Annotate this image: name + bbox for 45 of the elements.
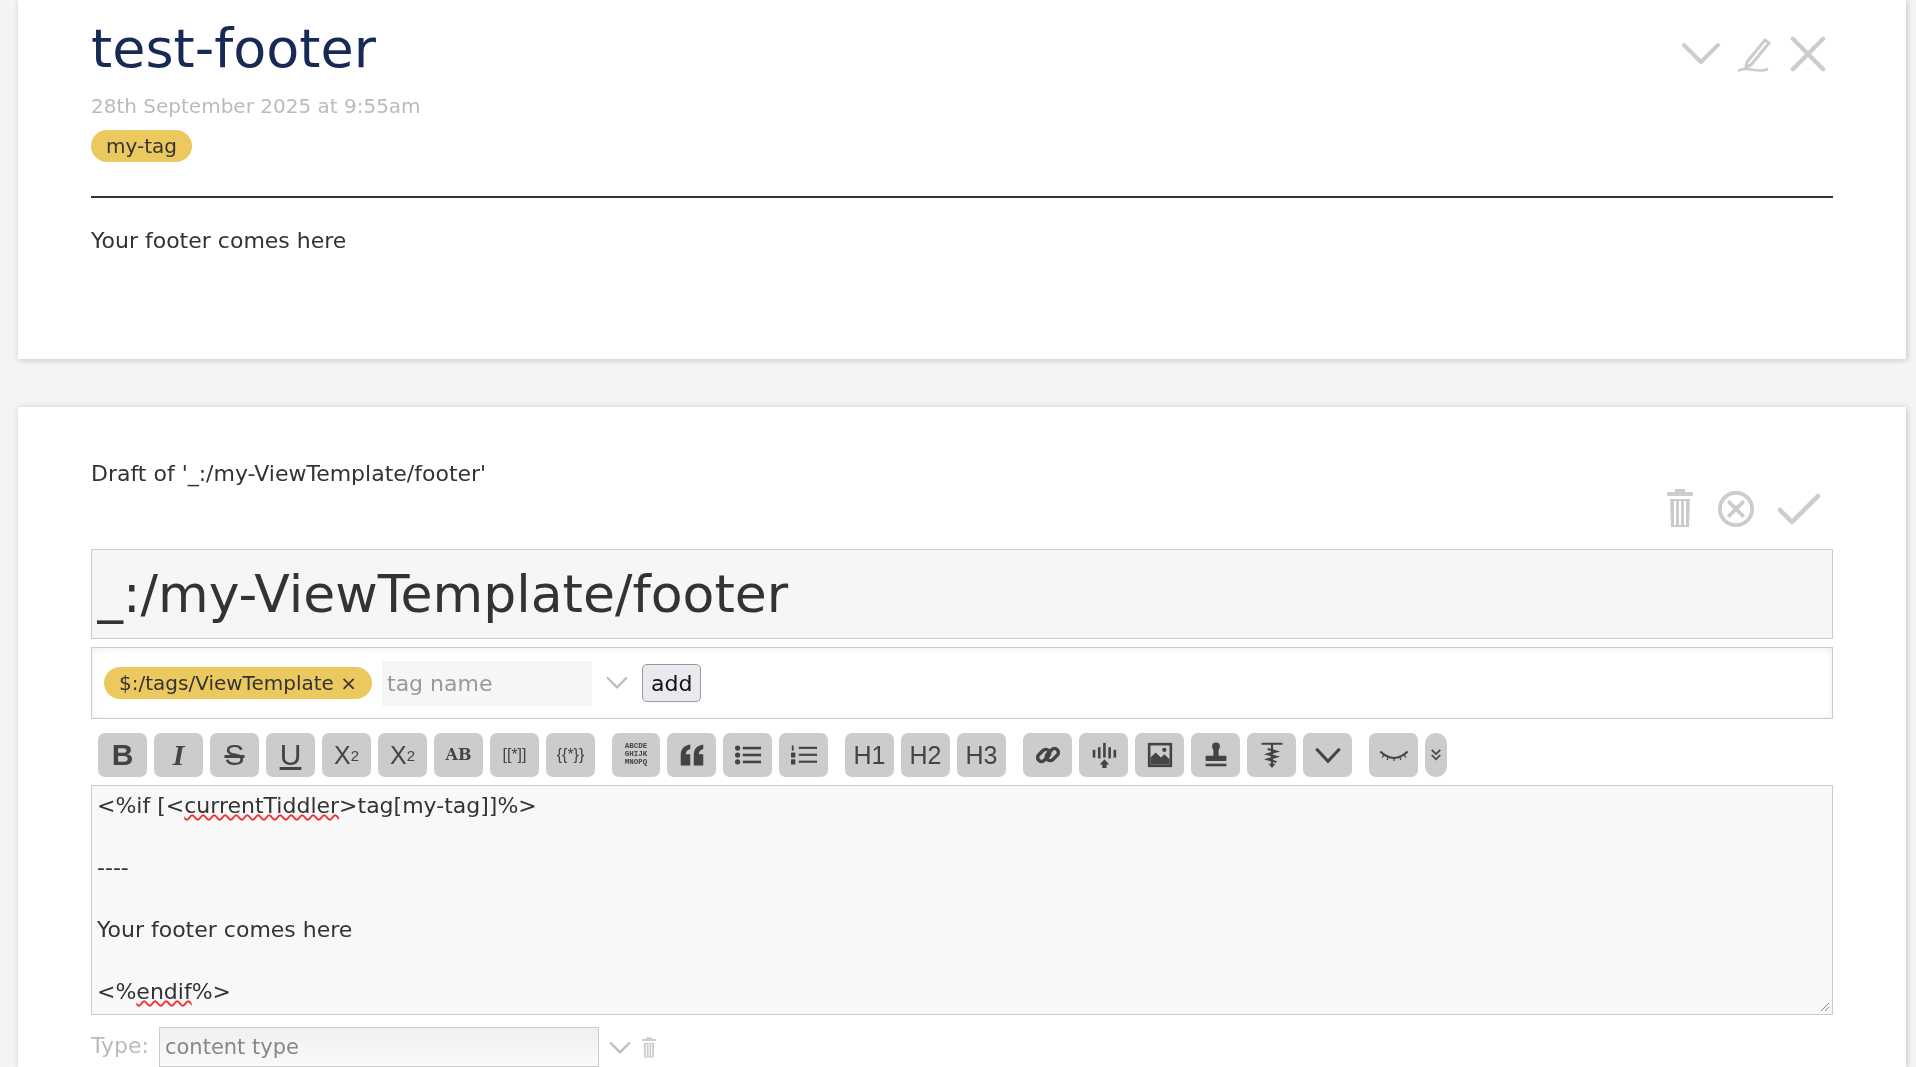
format-button[interactable]: H3 xyxy=(957,733,1006,777)
content-type-field[interactable]: content type xyxy=(158,1027,599,1067)
format-button[interactable]: U xyxy=(266,733,315,777)
double-chevron-icon xyxy=(1430,748,1442,762)
bars-arrow-icon xyxy=(1090,742,1117,768)
numbered-list-icon xyxy=(790,744,817,766)
numbered-list-button[interactable] xyxy=(779,733,828,777)
tiddler-body: Your footer comes here xyxy=(91,228,348,253)
format-button[interactable]: AB xyxy=(434,733,483,777)
image-icon xyxy=(1146,742,1173,768)
format-button[interactable]: H2 xyxy=(901,733,950,777)
tag-name-field[interactable]: tag name xyxy=(382,660,592,706)
format-button[interactable]: S xyxy=(210,733,259,777)
format-button[interactable]: B xyxy=(98,733,147,777)
tag-pill[interactable]: $:/tags/ViewTemplate × xyxy=(104,667,372,699)
code-line: <%endif%> xyxy=(97,978,231,1006)
check-icon[interactable] xyxy=(1777,493,1821,525)
format-button[interactable]: H1 xyxy=(845,733,894,777)
bars-arrow-button[interactable] xyxy=(1079,733,1128,777)
type-label: Type: xyxy=(91,1032,149,1058)
code-line: Your footer comes here xyxy=(97,916,353,944)
bullet-list-button[interactable] xyxy=(723,733,772,777)
quote-icon xyxy=(678,744,705,766)
closed-eye-button[interactable] xyxy=(1369,733,1418,777)
draft-heading: Draft of '_:/my-ViewTemplate/footer' xyxy=(91,461,487,489)
code-line: ---- xyxy=(97,854,129,882)
code-line: <%if [<currentTiddler>tag[my-tag]]%> xyxy=(97,792,537,820)
tag-pill[interactable]: my-tag xyxy=(91,130,192,162)
link-button[interactable] xyxy=(1023,733,1072,777)
image-button[interactable] xyxy=(1135,733,1184,777)
chevron-down-icon xyxy=(1313,746,1342,764)
quote-button[interactable] xyxy=(667,733,716,777)
chevron-down-button[interactable] xyxy=(1303,733,1352,777)
resize-grip-icon[interactable] xyxy=(1820,1002,1830,1012)
stamp-button[interactable] xyxy=(1191,733,1240,777)
double-chevron-button[interactable] xyxy=(1425,733,1447,777)
bullet-list-icon xyxy=(734,744,761,766)
text-editor[interactable]: <%if [<currentTiddler>tag[my-tag]]%> ---- Your footer comes here <%endif%> xyxy=(91,785,1833,1015)
add-button[interactable]: add xyxy=(642,664,702,702)
tiddler-title: test-footer xyxy=(91,16,376,82)
spring-button[interactable] xyxy=(1247,733,1296,777)
format-button[interactable]: [[*]] xyxy=(490,733,539,777)
format-button[interactable]: {{*}} xyxy=(546,733,595,777)
tiddler-date: 28th September 2025 at 9:55am xyxy=(91,94,422,118)
format-button[interactable]: I xyxy=(154,733,203,777)
